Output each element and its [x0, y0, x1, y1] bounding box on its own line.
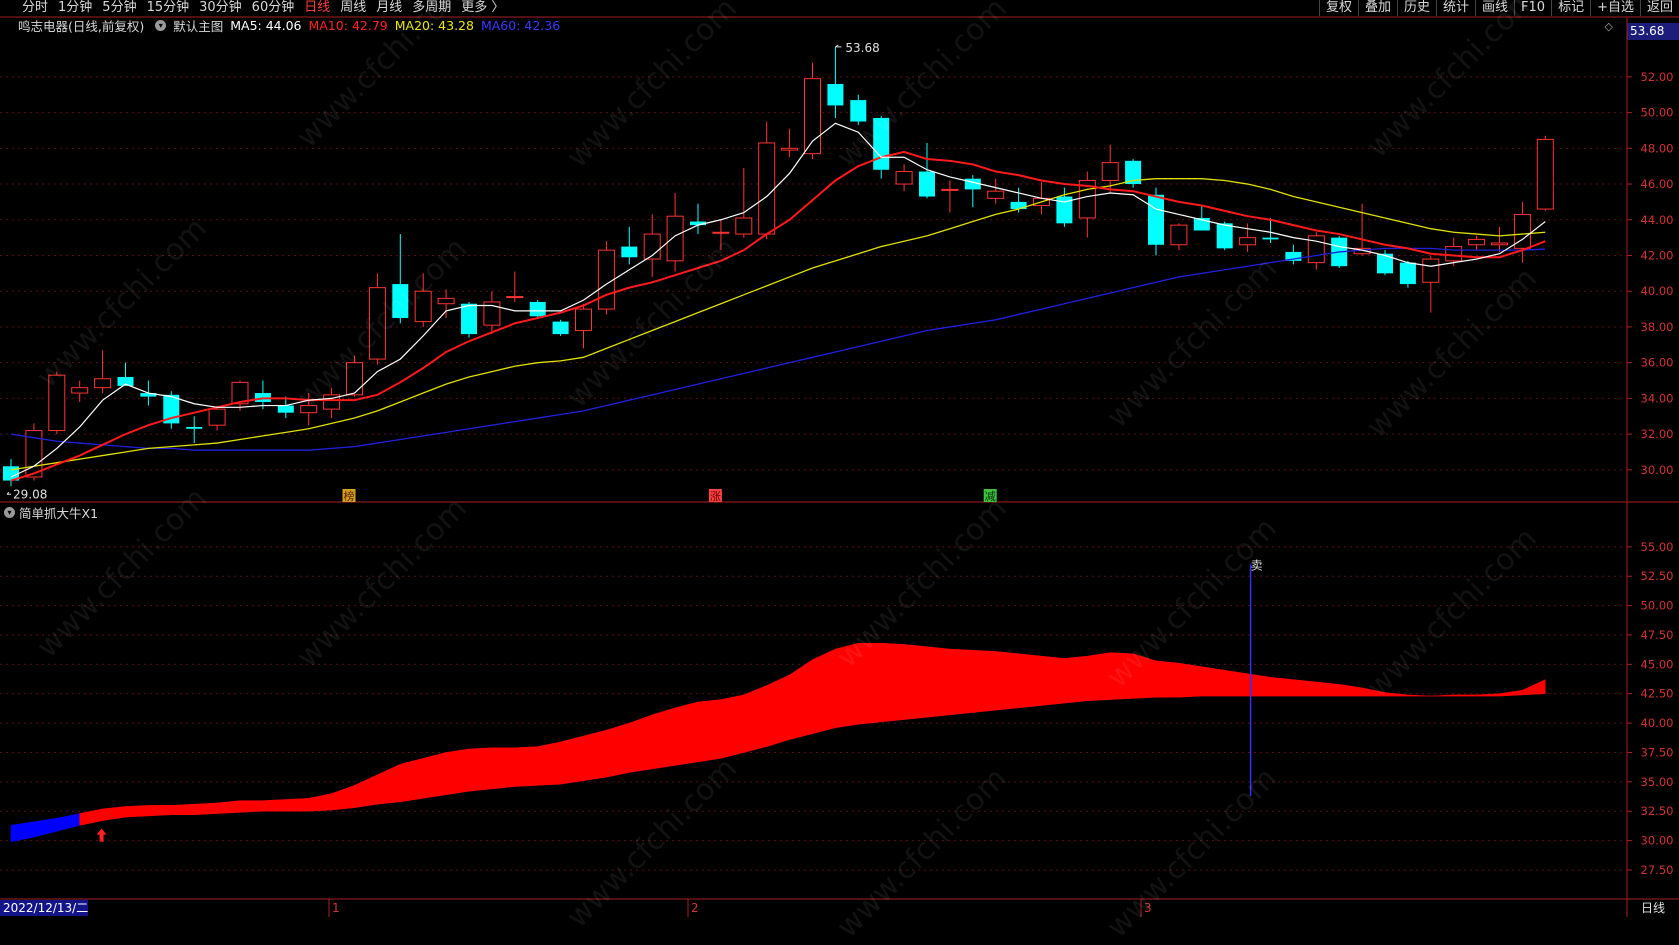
candle-body-down — [529, 301, 546, 317]
candle-body-up — [1491, 242, 1508, 246]
candle-body-up — [781, 147, 799, 151]
indicator-y-tick-label: 40.00 — [1641, 716, 1674, 730]
buy-signal-arrow — [96, 828, 107, 842]
candle-body-down — [919, 171, 935, 197]
candle-body-down — [873, 117, 890, 170]
ma5-line — [10, 122, 1546, 478]
candle-body-up — [1445, 246, 1463, 262]
indicator-band-red — [79, 642, 1546, 826]
indicator-y-tick-label: 30.00 — [1641, 834, 1674, 848]
candle-body-down — [850, 100, 867, 122]
low-price-label: 29.08 — [13, 487, 47, 501]
indicator-y-tick-label: 52.50 — [1641, 569, 1674, 583]
candle-body-up — [437, 297, 455, 305]
indicator-y-tick-label: 47.50 — [1641, 628, 1674, 642]
indicator-y-tick-label: 55.00 — [1641, 540, 1674, 554]
ma20-line — [10, 178, 1546, 471]
month-label: 2 — [691, 901, 699, 915]
ma60-line — [10, 247, 1546, 451]
event-marker-text: 减 — [985, 490, 996, 503]
candle-body-up — [1536, 138, 1554, 210]
kline-chart[interactable]: 52.00 50.00 48.00 46.00 44.00 42.00 40.00 38.00… — [0, 0, 1679, 917]
main-y-tick-label: 34.00 — [1641, 391, 1674, 405]
main-y-tick-label: 36.00 — [1641, 356, 1674, 370]
main-y-tick-label: 38.00 — [1641, 320, 1674, 334]
candle-body-up — [94, 378, 112, 389]
candle-body-up — [597, 249, 615, 310]
candle-body-down — [1148, 194, 1164, 245]
indicator-y-tick-label: 45.00 — [1641, 657, 1674, 671]
main-y-tick-label: 48.00 — [1641, 141, 1674, 155]
period-label: 日线 — [1641, 901, 1665, 915]
main-y-tick-label: 46.00 — [1641, 177, 1674, 191]
candle-body-down — [827, 84, 844, 106]
main-y-tick-label: 40.00 — [1641, 284, 1674, 298]
month-label: 3 — [1144, 901, 1152, 915]
event-marker-text: 涨 — [710, 490, 721, 503]
indicator-y-tick-label: 27.50 — [1641, 863, 1674, 877]
main-y-tick-label: 50.00 — [1641, 106, 1674, 120]
indicator-y-tick-label: 35.00 — [1641, 775, 1674, 789]
candle-body-up — [575, 308, 592, 332]
candle-body-down — [461, 303, 477, 335]
candle-body-up — [300, 405, 318, 414]
candle-body-up — [1468, 238, 1486, 246]
main-y-tick-label: 42.00 — [1641, 248, 1674, 262]
candle-body-down — [392, 284, 409, 319]
candle-body-down — [552, 321, 569, 335]
candle-body-up — [208, 408, 226, 426]
main-y-tick-label: 52.00 — [1641, 70, 1674, 84]
candle-body-down — [1399, 262, 1416, 285]
main-y-tick-label: 30.00 — [1641, 463, 1674, 477]
candle-body-down — [621, 246, 638, 258]
date-label: 2022/12/13/二 — [3, 901, 88, 915]
indicator-band-blue — [10, 813, 80, 843]
main-y-tick-label: 32.00 — [1641, 427, 1674, 441]
candle-body-up — [1239, 237, 1257, 246]
main-y-tick-label: 44.00 — [1641, 213, 1674, 227]
candle-body-down — [186, 426, 203, 429]
indicator-y-tick-label: 50.00 — [1641, 599, 1674, 613]
low-arrow — [6, 491, 11, 495]
indicator-y-tick-label: 37.50 — [1641, 745, 1674, 759]
candle-body-down — [1216, 223, 1233, 249]
indicator-y-tick-label: 32.50 — [1641, 804, 1674, 818]
high-arrow — [835, 44, 842, 48]
candle-body-up — [48, 374, 66, 432]
candle-body-up — [758, 142, 776, 235]
candle-body-up — [71, 387, 89, 394]
candle-body-up — [941, 188, 959, 191]
sell-signal-label: 卖 — [1251, 558, 1263, 572]
candle-body-up — [506, 296, 524, 299]
candle-body-up — [987, 190, 1005, 199]
candle-body-up — [414, 290, 432, 323]
candle-body-up — [804, 78, 821, 155]
high-price-label: 53.68 — [845, 41, 879, 55]
candle-body-up — [368, 287, 386, 360]
candle-body-up — [1101, 162, 1119, 181]
indicator-y-tick-label: 42.50 — [1641, 687, 1674, 701]
candle-body-up — [1422, 258, 1440, 283]
month-label: 1 — [332, 901, 340, 915]
candle-body-up — [895, 171, 913, 185]
candle-body-down — [277, 405, 294, 413]
candle-body-up — [735, 217, 753, 235]
candle-body-up — [712, 231, 730, 234]
event-marker-text: 榜 — [344, 489, 355, 503]
candle-body-up — [346, 362, 363, 396]
candle-body-up — [1170, 224, 1188, 246]
candle-body-up — [666, 215, 684, 262]
candle-body-down — [1262, 237, 1279, 240]
